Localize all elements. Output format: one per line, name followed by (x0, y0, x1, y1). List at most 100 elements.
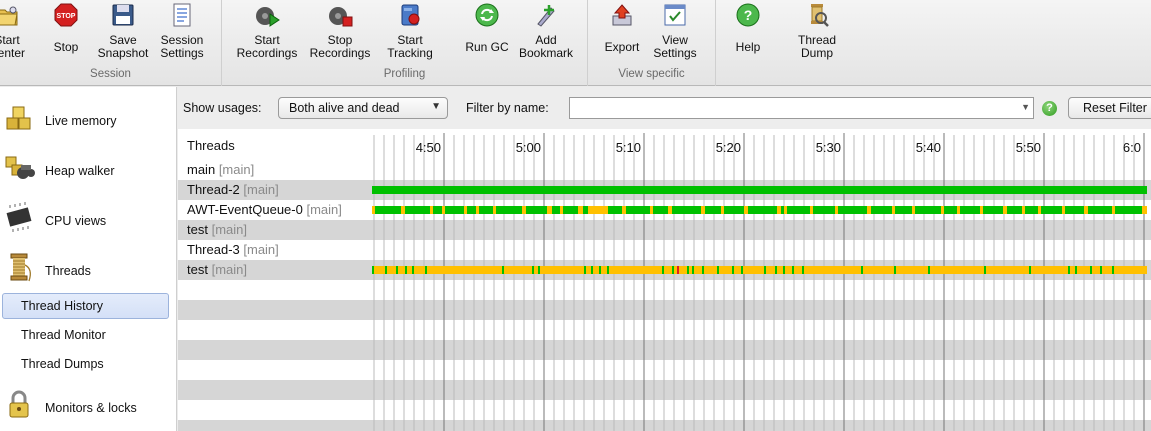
thread-state-segment (599, 266, 601, 274)
add-bookmark-button[interactable]: Add Bookmark (514, 0, 578, 64)
cpu-chip-icon (6, 202, 32, 232)
live-memory-icon (6, 106, 31, 130)
thread-state-segment (941, 206, 944, 214)
toolbar-button-label: Save Snapshot (97, 33, 149, 60)
sidebar-item-label: Thread Monitor (21, 328, 106, 342)
thread-state-segment (412, 266, 414, 274)
sidebar-item-live-memory[interactable]: Live memory (0, 92, 176, 142)
toolbar-button-label: Stop (53, 40, 79, 54)
filter-by-name-input[interactable] (570, 98, 1010, 118)
timeline-time-label: 6:0 (1123, 140, 1141, 155)
toolbar-button-label: View Settings (653, 33, 697, 60)
timeline-time-label: 5:00 (516, 140, 541, 155)
stop-recordings-icon (329, 7, 353, 27)
filter-by-name-combo[interactable]: ▼ (569, 97, 1034, 119)
thread-state-segment (980, 206, 983, 214)
thread-state-segment (792, 266, 794, 274)
sidebar-item-heap-walker[interactable]: Heap walker (0, 142, 176, 192)
sidebar-item-thread-history[interactable]: Thread History (2, 293, 169, 319)
toolbar-group-caption: View specific (618, 68, 685, 80)
thread-state-segment (401, 206, 405, 214)
stop-button[interactable]: STOP Stop (44, 0, 88, 64)
sidebar-item-label: Live memory (45, 114, 117, 128)
threads-column-header: Threads (187, 138, 235, 153)
sidebar-item-thread-dumps[interactable]: Thread Dumps (0, 351, 176, 377)
thread-row-label[interactable]: AWT-EventQueue-0 [main] (187, 202, 342, 217)
start-center-folder-icon (0, 6, 18, 26)
thread-state-segment (1029, 266, 1031, 274)
thread-state-segment (1062, 206, 1065, 214)
thread-state-segment (464, 206, 467, 214)
thread-state-segment (928, 266, 930, 274)
thread-state-segment (591, 266, 593, 274)
thread-dump-button[interactable]: Thread Dump (792, 0, 842, 64)
thread-row-label[interactable]: Thread-2 [main] (187, 182, 279, 197)
filter-help-icon[interactable]: ? (1042, 101, 1057, 116)
start-recordings-button[interactable]: Start Recordings (232, 0, 302, 64)
thread-state-segment (372, 206, 1147, 214)
reset-filter-button[interactable]: Reset Filter (1068, 97, 1151, 119)
sidebar-item-monitors-locks[interactable]: Monitors & locks (0, 379, 176, 429)
thread-state-segment (662, 266, 664, 274)
thread-state-segment (672, 266, 674, 274)
save-snapshot-button[interactable]: Save Snapshot (96, 0, 150, 64)
export-button[interactable]: Export (600, 0, 644, 64)
start-recordings-icon (256, 7, 280, 27)
thread-timeline[interactable]: 4:50 5:00 5:10 5:20 5:30 5:40 5:50 6:0 Threads … (178, 129, 1151, 431)
thread-state-segment (547, 206, 552, 214)
sidebar-item-thread-monitor[interactable]: Thread Monitor (0, 322, 176, 348)
show-usages-dropdown[interactable]: Both alive and dead ▼ (278, 97, 448, 119)
session-settings-button[interactable]: Session Settings (152, 0, 212, 64)
thread-state-segment (912, 206, 915, 214)
thread-state-segment (430, 206, 433, 214)
timeline-grid: 4:50 5:00 5:10 5:20 5:30 5:40 5:50 6:0 (178, 133, 1151, 431)
thread-state-segment (372, 266, 374, 274)
thread-state-segment (493, 206, 496, 214)
timeline-time-label: 5:30 (816, 140, 841, 155)
thread-state-segment (892, 206, 895, 214)
recycle-icon (475, 3, 499, 27)
export-icon (612, 4, 632, 26)
thread-row-label[interactable]: test [main] (187, 222, 247, 237)
thread-spool-icon (10, 253, 31, 282)
sidebar-item-threads[interactable]: Threads (0, 242, 176, 292)
timeline-time-label: 5:50 (1016, 140, 1041, 155)
sidebar-item-label: Thread History (21, 299, 103, 313)
sidebar-item-cpu-views[interactable]: CPU views (0, 192, 176, 242)
thread-state-segment (650, 206, 653, 214)
thread-state-segment (984, 266, 986, 274)
thread-state-segment (784, 206, 787, 214)
view-settings-button[interactable]: View Settings (648, 0, 702, 64)
sidebar: Live memory Heap walker CPU views Thread… (0, 87, 177, 431)
thread-state-segment (560, 206, 563, 214)
toolbar-button-label: Run GC (465, 40, 509, 54)
thread-state-segment (668, 206, 672, 214)
thread-state-segment (372, 206, 375, 214)
thread-state-segment (385, 266, 387, 274)
filter-bar: Show usages: Both alive and dead ▼ Filte… (178, 87, 1151, 129)
toolbar-button-label: Start Recordings (236, 33, 298, 60)
sidebar-item-label: Thread Dumps (21, 357, 104, 371)
thread-row-label[interactable]: main [main] (187, 162, 254, 177)
toolbar-button-label: Stop Recordings (309, 33, 371, 60)
padlock-icon (9, 390, 29, 418)
thread-state-segment (835, 206, 838, 214)
thread-state-segment (1075, 266, 1077, 274)
sidebar-item-label: Monitors & locks (45, 401, 137, 415)
thread-name: main (187, 162, 216, 177)
start-center-button[interactable]: Start Center (0, 0, 28, 64)
start-tracking-button[interactable]: Start Tracking (380, 0, 440, 64)
thread-row-label[interactable]: test [main] (187, 262, 247, 277)
thread-row-label[interactable]: Thread-3 [main] (187, 242, 279, 257)
thread-state-segment (1090, 266, 1092, 274)
run-gc-button[interactable]: Run GC (459, 0, 515, 64)
thread-name: Thread-2 (187, 182, 240, 197)
thread-state-segment (372, 186, 1147, 194)
stop-recordings-button[interactable]: Stop Recordings (305, 0, 375, 64)
thread-state-segment (802, 266, 804, 274)
thread-state-segment (744, 206, 748, 214)
combo-arrow-icon[interactable]: ▼ (1021, 102, 1030, 112)
toolbar-button-label: Add Bookmark (518, 33, 574, 60)
stop-sign-icon: STOP (54, 3, 78, 27)
thread-state-segment (588, 206, 608, 214)
